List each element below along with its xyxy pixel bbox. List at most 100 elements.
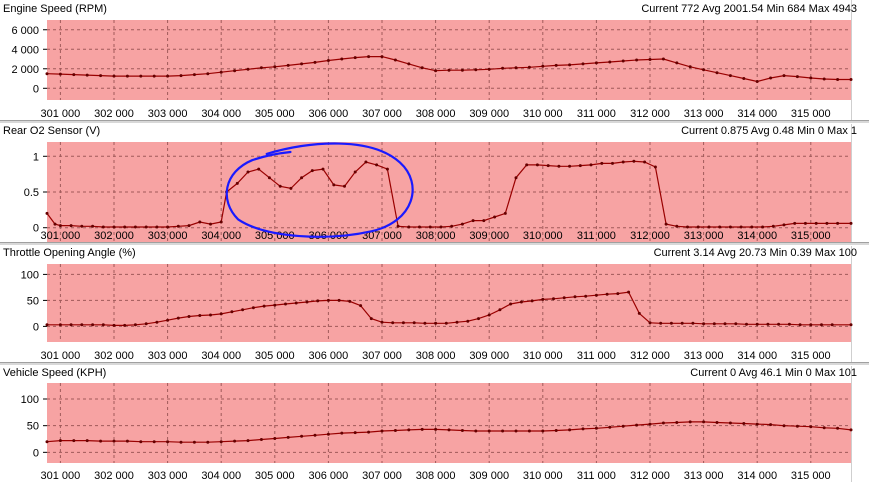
data-point <box>45 323 49 327</box>
data-point <box>69 224 73 228</box>
data-point <box>712 322 716 326</box>
data-point <box>300 434 304 438</box>
data-point <box>332 183 336 187</box>
data-point <box>477 317 480 321</box>
data-point <box>152 74 156 78</box>
data-point <box>123 323 127 327</box>
data-point <box>192 440 196 444</box>
x-tick-label: 302 000 <box>94 350 134 362</box>
data-point <box>795 75 799 79</box>
x-tick-label: 310 000 <box>523 230 563 242</box>
data-point <box>530 299 534 303</box>
data-point <box>273 303 277 307</box>
data-point <box>326 59 330 62</box>
data-point <box>535 163 539 167</box>
data-point <box>809 76 813 80</box>
y-tick-label: 4 000 <box>11 44 39 56</box>
data-point <box>825 221 829 225</box>
data-point <box>359 304 363 308</box>
x-tick-label: 303 000 <box>148 230 188 242</box>
y-tick-label: 50 <box>27 421 39 433</box>
data-point <box>166 440 170 444</box>
data-point <box>702 68 706 72</box>
data-point <box>257 167 261 171</box>
x-tick-label: 306 000 <box>309 108 349 120</box>
x-tick-label: 301 000 <box>41 470 81 482</box>
data-point <box>514 429 518 433</box>
data-point <box>259 66 263 70</box>
x-tick-label: 312 000 <box>630 470 670 482</box>
data-point <box>745 322 748 326</box>
data-point <box>206 440 210 444</box>
data-point <box>471 219 475 223</box>
x-tick-label: 311 000 <box>577 108 616 120</box>
x-tick-label: 314 000 <box>737 470 777 482</box>
data-point <box>849 428 853 432</box>
data-point <box>125 74 129 78</box>
data-point <box>568 164 572 168</box>
data-point <box>702 420 706 424</box>
data-point <box>803 221 807 225</box>
data-point <box>594 293 598 297</box>
x-tick-label: 302 000 <box>94 108 134 120</box>
y-tick-label: 0 <box>33 321 39 333</box>
x-tick-label: 314 000 <box>737 108 777 120</box>
x-tick-label: 313 000 <box>684 470 724 482</box>
data-point <box>434 69 438 73</box>
data-point <box>310 169 314 173</box>
panel-vehicle-speed: Vehicle Speed (KPH) Current 0 Avg 46.1 M… <box>0 364 869 482</box>
x-tick-label: 315 000 <box>791 108 831 120</box>
data-point <box>367 55 371 59</box>
data-point <box>739 225 743 229</box>
data-point <box>219 312 223 316</box>
data-point <box>755 422 759 426</box>
x-tick-label: 306 000 <box>309 350 349 362</box>
data-point <box>664 222 668 226</box>
data-point <box>680 321 684 325</box>
data-point <box>326 298 330 302</box>
x-tick-label: 304 000 <box>201 350 241 362</box>
data-point <box>246 67 250 71</box>
data-point <box>715 71 719 75</box>
data-point <box>723 322 727 326</box>
data-point <box>198 220 202 224</box>
data-point <box>573 295 577 299</box>
data-point <box>474 68 478 72</box>
data-point <box>99 439 103 443</box>
data-point <box>637 311 641 315</box>
x-tick-label: 303 000 <box>148 108 188 120</box>
data-point <box>420 66 424 70</box>
data-point <box>166 318 170 322</box>
data-point <box>795 424 799 428</box>
data-point <box>761 225 765 229</box>
y-tick-label: 0 <box>33 447 39 459</box>
x-tick-label: 303 000 <box>148 350 188 362</box>
data-point <box>568 63 572 67</box>
x-tick-label: 312 000 <box>630 350 670 362</box>
x-tick-label: 309 000 <box>469 470 509 482</box>
data-point <box>769 76 773 80</box>
data-point <box>653 165 657 169</box>
data-point <box>527 429 531 433</box>
panel-rear-o2: Rear O2 Sensor (V) Current 0.875 Avg 0.4… <box>0 122 869 242</box>
data-point <box>782 424 786 428</box>
data-point <box>45 72 49 76</box>
x-tick-label: 309 000 <box>469 108 509 120</box>
data-point <box>460 222 464 226</box>
data-point <box>546 164 550 168</box>
data-point <box>45 440 49 444</box>
data-point <box>393 429 397 432</box>
data-point <box>313 60 317 64</box>
data-point <box>608 425 612 429</box>
data-point <box>728 225 732 229</box>
x-tick-label: 308 000 <box>416 108 456 120</box>
x-tick-label: 302 000 <box>94 470 134 482</box>
data-point <box>267 176 271 180</box>
data-point <box>568 428 572 432</box>
data-point <box>72 73 76 77</box>
data-point <box>219 440 223 444</box>
data-point <box>509 302 513 306</box>
data-point <box>635 58 639 62</box>
data-point <box>755 80 759 83</box>
y-tick-label: 0 <box>33 223 39 235</box>
